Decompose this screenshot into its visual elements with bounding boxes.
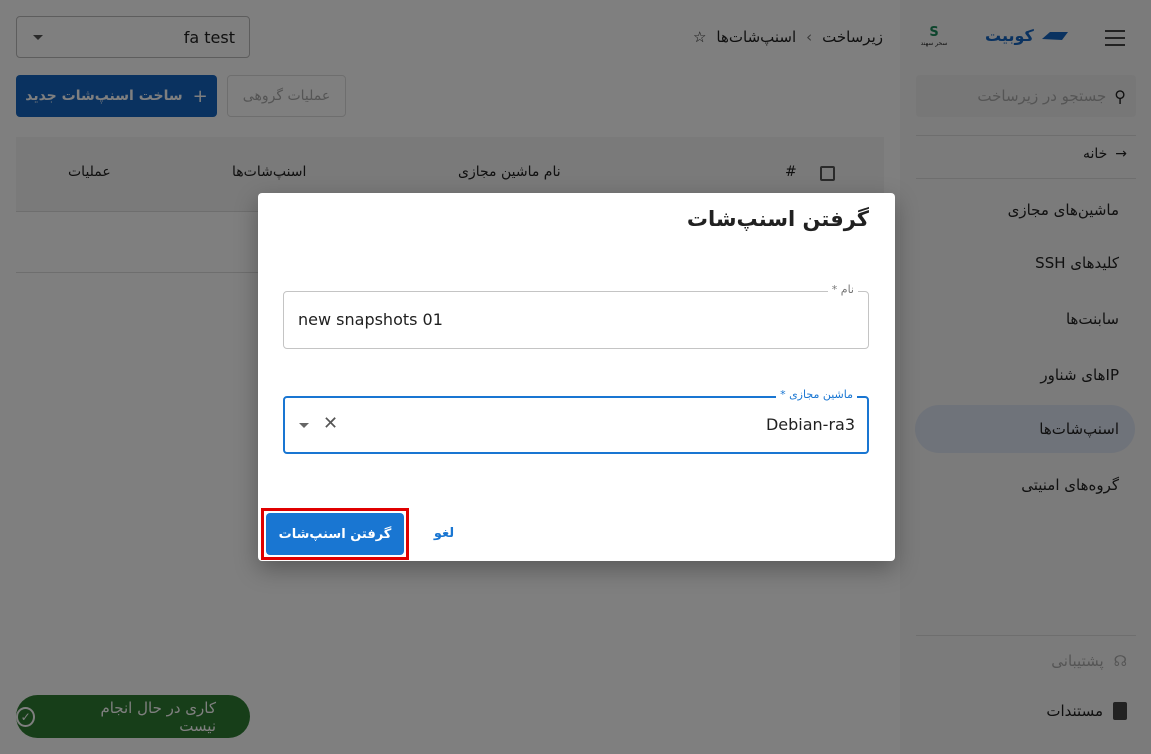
vm-select[interactable]: ماشین مجازی * Debian-ra3 ✕ [283, 388, 869, 454]
take-snapshot-button[interactable]: گرفتن اسنپ‌شات [266, 513, 404, 555]
caret-down-icon[interactable] [299, 423, 309, 433]
clear-icon[interactable]: ✕ [323, 413, 338, 434]
cancel-label: لغو [433, 526, 455, 541]
take-snapshot-dialog: گرفتن اسنپ‌شات نام * new snapshots 01 ما… [258, 193, 895, 561]
vm-label: ماشین مجازی * [776, 388, 857, 401]
name-field[interactable]: نام * new snapshots 01 [283, 283, 869, 349]
take-snapshot-label: گرفتن اسنپ‌شات [278, 526, 392, 542]
name-input[interactable]: new snapshots 01 [298, 310, 443, 329]
cancel-button[interactable]: لغو [424, 521, 464, 547]
vm-select-value: Debian-ra3 [765, 415, 855, 434]
name-label: نام * [827, 283, 858, 296]
dialog-title: گرفتن اسنپ‌شات [686, 207, 869, 231]
